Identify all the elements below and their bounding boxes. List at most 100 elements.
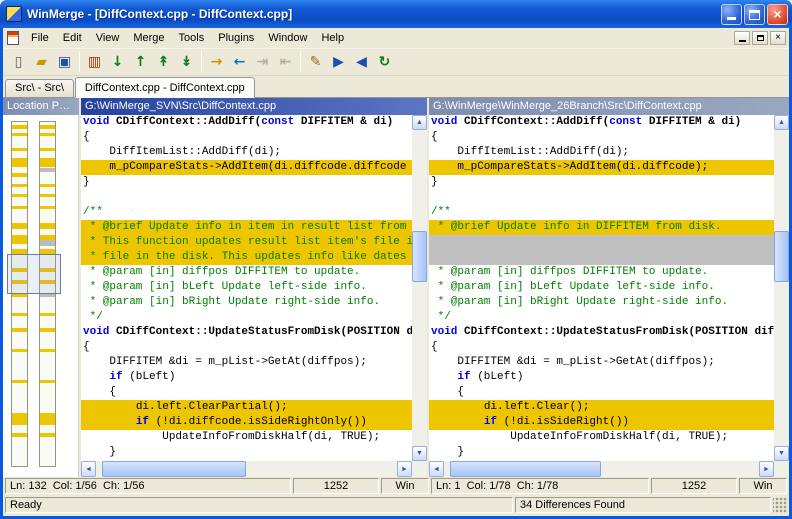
new-button[interactable]: ▯ bbox=[7, 51, 30, 74]
mdi-restore-button[interactable] bbox=[752, 31, 768, 45]
mdi-close-button[interactable]: × bbox=[770, 31, 786, 45]
scroll-track[interactable] bbox=[774, 130, 789, 446]
diff-marker[interactable] bbox=[12, 413, 27, 425]
location-pane-body[interactable] bbox=[3, 115, 79, 477]
title-bar[interactable]: WinMerge - [DiffContext.cpp - DiffContex… bbox=[0, 0, 792, 28]
minimize-icon bbox=[739, 40, 746, 42]
menu-file[interactable]: File bbox=[24, 28, 56, 49]
scroll-up-button[interactable]: ▲ bbox=[412, 115, 427, 130]
diff-marker[interactable] bbox=[40, 194, 55, 197]
new-document-icon: ▯ bbox=[15, 55, 23, 69]
diff-marker[interactable] bbox=[40, 184, 55, 187]
location-bar-1[interactable] bbox=[11, 121, 28, 467]
refresh-button[interactable]: ↻ bbox=[373, 51, 396, 74]
diff-marker[interactable] bbox=[40, 206, 55, 209]
mdi-minimize-button[interactable] bbox=[734, 31, 750, 45]
next-diff-button[interactable]: ↓ bbox=[106, 51, 129, 74]
resize-grip[interactable] bbox=[773, 497, 787, 513]
diff-marker[interactable] bbox=[40, 328, 55, 331]
scroll-left-button[interactable]: ◄ bbox=[81, 461, 96, 477]
menu-edit[interactable]: Edit bbox=[56, 28, 89, 49]
left-file-header: G:\WinMerge_SVN\Src\DiffContext.cpp bbox=[81, 98, 427, 115]
copy-right-advance-button[interactable]: ⇥ bbox=[251, 51, 274, 74]
scroll-track[interactable] bbox=[96, 461, 397, 477]
scroll-thumb[interactable] bbox=[450, 461, 601, 477]
diff-marker[interactable] bbox=[12, 148, 27, 151]
diff-marker[interactable] bbox=[12, 328, 27, 331]
diff-marker[interactable] bbox=[12, 313, 27, 316]
diff-marker[interactable] bbox=[40, 433, 55, 437]
save-button[interactable]: ▣ bbox=[53, 51, 76, 74]
left-vertical-scrollbar[interactable]: ▲ ▼ bbox=[412, 115, 427, 461]
diff-marker[interactable] bbox=[12, 173, 27, 177]
scroll-track[interactable] bbox=[444, 461, 759, 477]
menu-help[interactable]: Help bbox=[314, 28, 351, 49]
diff-marker[interactable] bbox=[12, 194, 27, 197]
scroll-left-button[interactable]: ◄ bbox=[429, 461, 444, 477]
scroll-up-button[interactable]: ▲ bbox=[774, 115, 789, 130]
maximize-button[interactable] bbox=[744, 4, 765, 25]
select-line-diff-button[interactable]: ▥ bbox=[83, 51, 106, 74]
code-line: UpdateInfoFromDiskHalf(di, TRUE); bbox=[429, 430, 774, 445]
diff-marker[interactable] bbox=[12, 294, 27, 297]
diff-marker[interactable] bbox=[40, 349, 55, 352]
copy-left-button[interactable]: ← bbox=[228, 51, 251, 74]
menu-tools[interactable]: Tools bbox=[172, 28, 212, 49]
scroll-right-button[interactable]: ► bbox=[759, 461, 774, 477]
code-pane-right[interactable]: void CDiffContext::AddDiff(const DIFFITE… bbox=[429, 115, 774, 461]
open-button[interactable]: ▰ bbox=[30, 51, 53, 74]
menu-view[interactable]: View bbox=[89, 28, 127, 49]
tab-2[interactable]: DiffContext.cpp - DiffContext.cpp bbox=[75, 77, 255, 98]
diff-marker[interactable] bbox=[40, 158, 55, 167]
scroll-down-button[interactable]: ▼ bbox=[412, 446, 427, 461]
diff-marker[interactable] bbox=[12, 235, 27, 245]
menu-plugins[interactable]: Plugins bbox=[211, 28, 261, 49]
diff-marker[interactable] bbox=[40, 168, 55, 172]
diff-marker[interactable] bbox=[12, 380, 27, 383]
code-pane-left[interactable]: void CDiffContext::AddDiff(const DIFFITE… bbox=[81, 115, 412, 461]
diff-marker[interactable] bbox=[12, 433, 27, 437]
auto-merge-button[interactable]: ✎ bbox=[304, 51, 327, 74]
diff-marker[interactable] bbox=[40, 133, 55, 136]
code-line: } bbox=[429, 445, 774, 460]
location-bar-2[interactable] bbox=[39, 121, 56, 467]
diff-marker[interactable] bbox=[40, 313, 55, 316]
close-button[interactable]: × bbox=[767, 4, 788, 25]
scroll-thumb[interactable] bbox=[774, 231, 789, 282]
scroll-right-button[interactable]: ► bbox=[397, 461, 412, 477]
first-diff-button[interactable]: ↟ bbox=[152, 51, 175, 74]
scroll-thumb[interactable] bbox=[412, 231, 427, 282]
diff-marker[interactable] bbox=[12, 223, 27, 229]
diff-marker[interactable] bbox=[40, 235, 55, 240]
left-horizontal-scrollbar[interactable]: ◄ ► bbox=[81, 461, 427, 477]
last-diff-button[interactable]: ↡ bbox=[175, 51, 198, 74]
diff-marker[interactable] bbox=[40, 380, 55, 383]
copy-right-button[interactable]: → bbox=[205, 51, 228, 74]
minimize-button[interactable] bbox=[721, 4, 742, 25]
diff-marker[interactable] bbox=[40, 294, 55, 297]
diff-marker[interactable] bbox=[40, 148, 55, 151]
prev-diff-button[interactable]: ↑ bbox=[129, 51, 152, 74]
diff-marker[interactable] bbox=[40, 413, 55, 425]
diff-marker[interactable] bbox=[40, 223, 55, 229]
copy-left-advance-button[interactable]: ⇤ bbox=[274, 51, 297, 74]
diff-marker[interactable] bbox=[12, 158, 27, 167]
diff-marker[interactable] bbox=[12, 184, 27, 187]
scroll-track[interactable] bbox=[412, 130, 427, 446]
diff-marker[interactable] bbox=[40, 240, 55, 246]
right-horizontal-scrollbar[interactable]: ◄ ► bbox=[429, 461, 789, 477]
scroll-down-button[interactable]: ▼ bbox=[774, 446, 789, 461]
menu-window[interactable]: Window bbox=[261, 28, 314, 49]
diff-marker[interactable] bbox=[12, 206, 27, 209]
diff-marker[interactable] bbox=[40, 125, 55, 128]
scroll-thumb[interactable] bbox=[102, 461, 246, 477]
menu-merge[interactable]: Merge bbox=[126, 28, 171, 49]
all-left-button[interactable]: ◀ bbox=[350, 51, 373, 74]
tab-1[interactable]: Src\ - Src\ bbox=[5, 79, 74, 97]
diff-marker[interactable] bbox=[12, 133, 27, 136]
right-vertical-scrollbar[interactable]: ▲ ▼ bbox=[774, 115, 789, 461]
location-view-rect[interactable] bbox=[7, 254, 61, 294]
diff-marker[interactable] bbox=[12, 349, 27, 352]
all-right-button[interactable]: ▶ bbox=[327, 51, 350, 74]
diff-marker[interactable] bbox=[12, 125, 27, 128]
